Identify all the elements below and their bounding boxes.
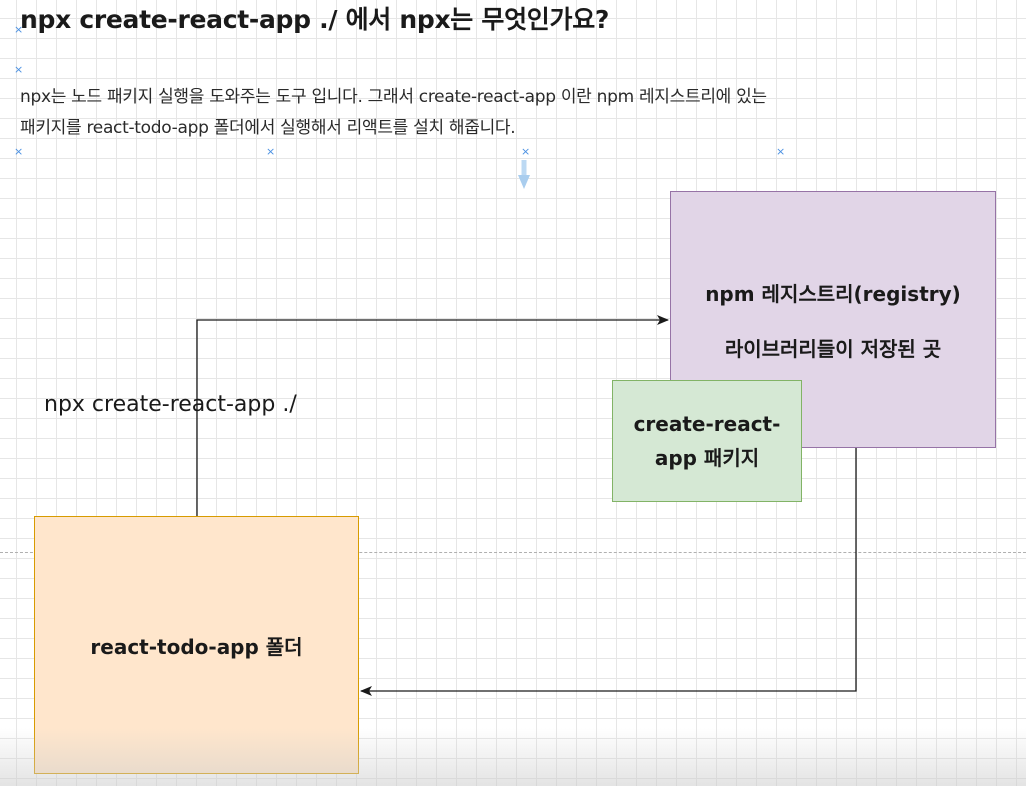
bottom-shadow-overlay: [0, 728, 1026, 786]
edge-folder-to-registry[interactable]: [196, 315, 669, 516]
package-label-line-2: app 패키지: [654, 446, 760, 470]
folder-label: react-todo-app 폴더: [90, 634, 303, 659]
npm-registry-title: npm 레지스트리(registry): [705, 281, 961, 306]
edge-command-label: npx create-react-app ./: [44, 392, 297, 417]
npm-registry-subtitle: 라이브러리들이 저장된 곳: [724, 336, 942, 361]
package-label-line-1: create-react-: [633, 412, 781, 436]
create-react-app-package-node[interactable]: create-react- app 패키지: [612, 380, 802, 502]
